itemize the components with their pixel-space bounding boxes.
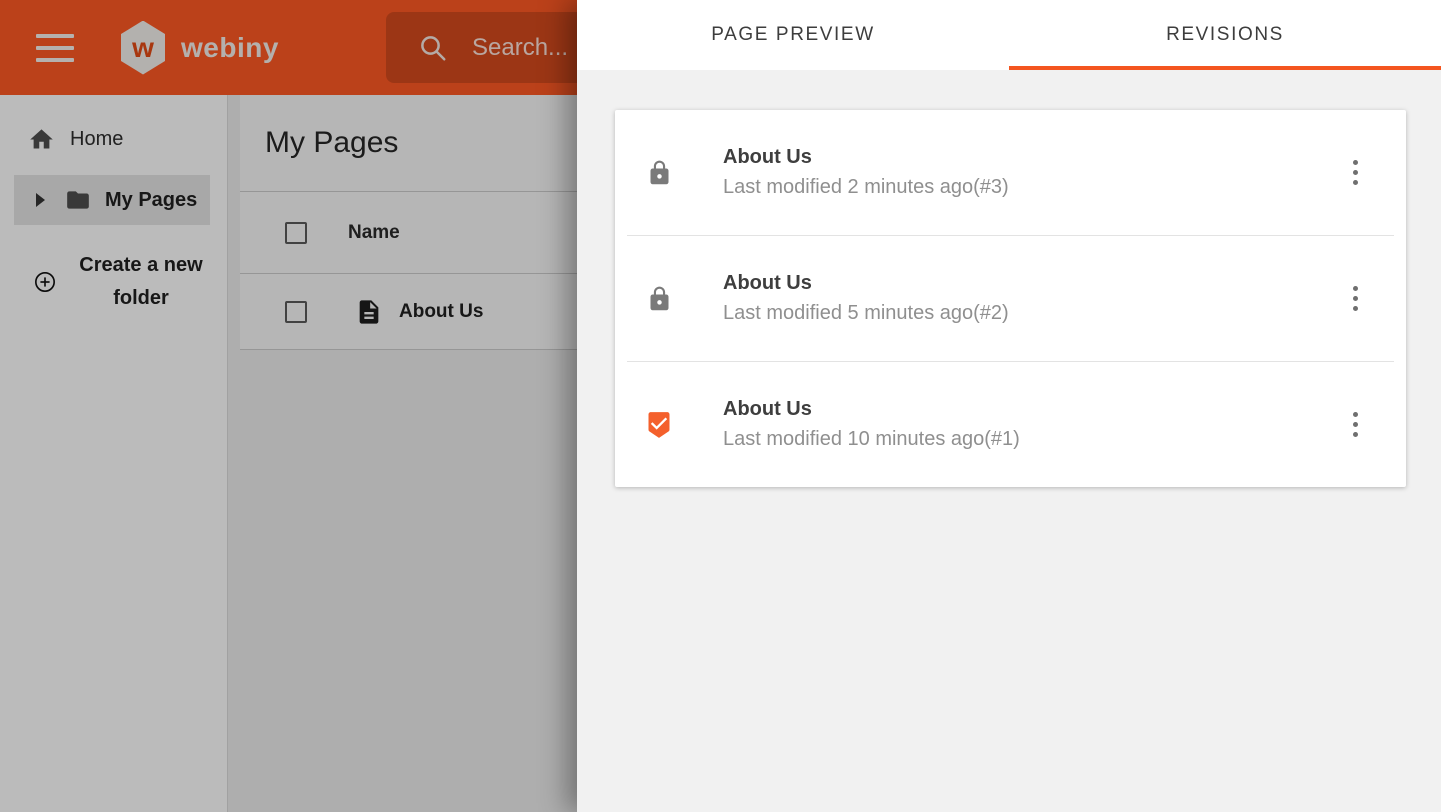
kebab-dot [1353,412,1358,417]
kebab-dot [1353,170,1358,175]
kebab-dot [1353,422,1358,427]
active-tab-indicator [1009,66,1441,70]
revisions-card: About Us Last modified 2 minutes ago(#3) [615,110,1406,487]
revision-list-item[interactable]: About Us Last modified 5 minutes ago(#2) [615,236,1406,361]
revision-list-item[interactable]: About Us Last modified 10 minutes ago(#1… [615,362,1406,487]
lock-icon [646,284,673,314]
revision-meta: Last modified 2 minutes ago(#3) [723,176,1009,199]
revision-title: About Us [723,146,1009,169]
page-details-drawer: PAGE PREVIEW REVISIONS About Us [577,0,1441,812]
revision-list-item[interactable]: About Us Last modified 2 minutes ago(#3) [615,110,1406,235]
drawer-tab-bar: PAGE PREVIEW REVISIONS [577,0,1441,70]
screen: w webiny Home [0,0,1441,812]
kebab-dot [1353,286,1358,291]
tab-revisions[interactable]: REVISIONS [1009,0,1441,70]
lock-icon [646,158,673,188]
published-check-badge-icon [645,410,673,440]
kebab-dot [1353,180,1358,185]
tab-label: PAGE PREVIEW [711,24,875,46]
revision-meta: Last modified 5 minutes ago(#2) [723,302,1009,325]
tab-page-preview[interactable]: PAGE PREVIEW [577,0,1009,70]
kebab-dot [1353,160,1358,165]
kebab-dot [1353,432,1358,437]
revision-title: About Us [723,272,1009,295]
revision-options-button[interactable] [1338,151,1372,195]
revision-options-button[interactable] [1338,403,1372,447]
revision-options-button[interactable] [1338,277,1372,321]
revision-title: About Us [723,398,1020,421]
revisions-panel: About Us Last modified 2 minutes ago(#3) [577,70,1441,812]
kebab-dot [1353,306,1358,311]
kebab-dot [1353,296,1358,301]
tab-label: REVISIONS [1166,24,1284,46]
revision-meta: Last modified 10 minutes ago(#1) [723,428,1020,451]
